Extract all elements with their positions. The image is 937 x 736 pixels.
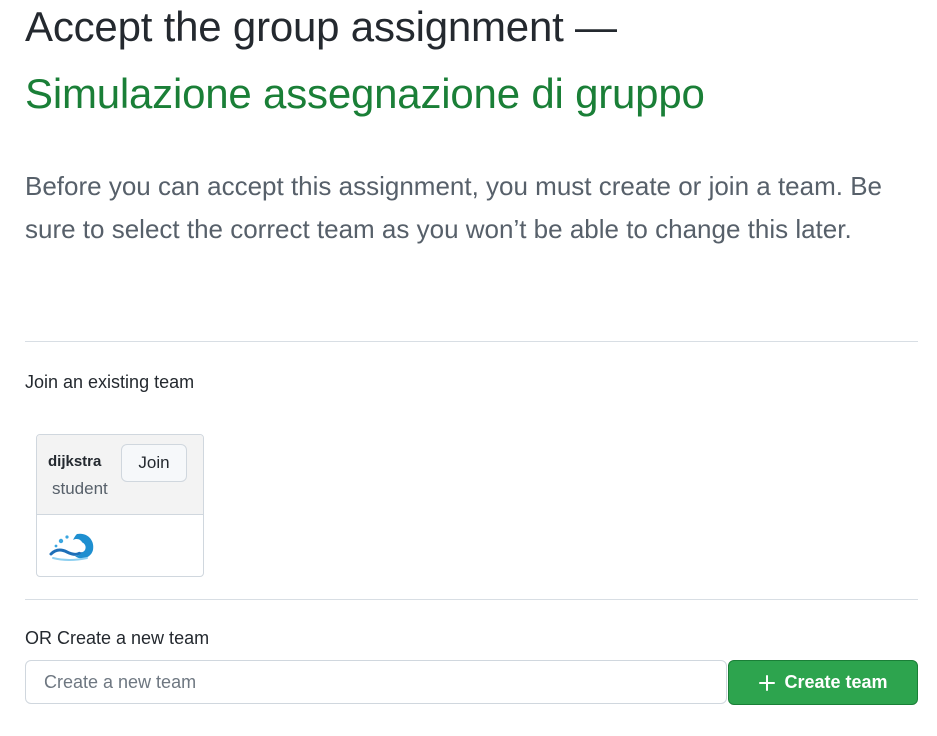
wave-avatar-icon — [47, 528, 99, 564]
team-card: dijkstra student Join — [36, 434, 204, 577]
team-role: student — [52, 479, 108, 498]
join-team-button[interactable]: Join — [121, 444, 187, 482]
join-team-heading: Join an existing team — [25, 372, 195, 392]
create-team-button-label: Create team — [784, 672, 888, 692]
new-team-name-input[interactable] — [25, 660, 727, 704]
assignment-name: Simulazione assegnazione di gruppo — [25, 70, 705, 117]
page-title-prefix: Accept the group assignment — — [25, 3, 617, 50]
page-title: Accept the group assignment — Simulazion… — [25, 0, 918, 126]
create-team-heading: OR Create a new team — [25, 628, 210, 648]
team-name: dijkstra — [48, 453, 102, 470]
team-card-header: dijkstra student Join — [37, 435, 203, 515]
divider — [25, 341, 918, 342]
plus-icon — [758, 674, 776, 692]
divider — [25, 599, 918, 600]
create-team-button[interactable]: Create team — [728, 660, 918, 705]
intro-text: Before you can accept this assignment, y… — [25, 171, 882, 244]
page: Accept the group assignment — Simulazion… — [25, 0, 918, 705]
